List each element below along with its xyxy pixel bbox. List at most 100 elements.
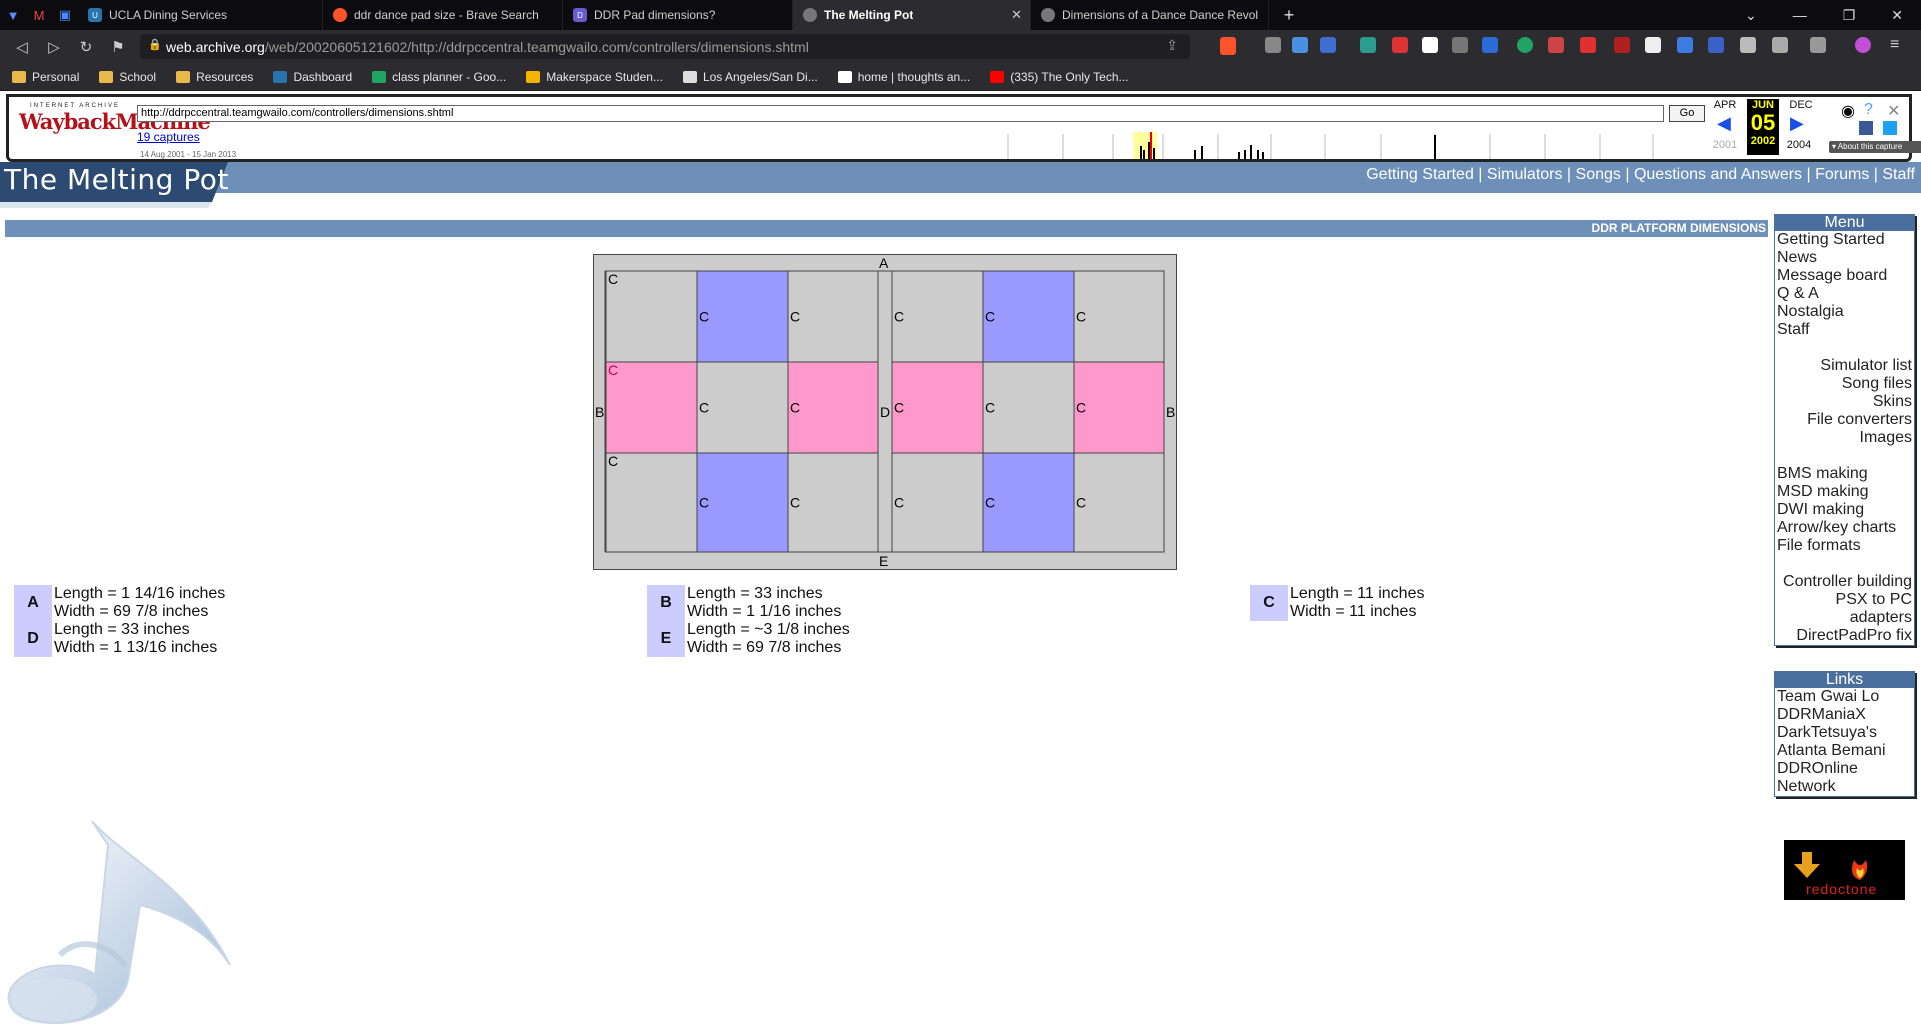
menu-link-controller-building[interactable]: Controller building	[1775, 573, 1914, 591]
browser-menu-icon[interactable]: ≡	[1890, 36, 1899, 54]
tab-dimensions[interactable]: Dimensions of a Dance Dance Revoluti	[1031, 0, 1269, 30]
twitter-icon[interactable]	[1883, 121, 1897, 135]
label-c: C	[790, 495, 800, 511]
menu-link-bms-making[interactable]: BMS making	[1775, 465, 1914, 483]
nav-forums[interactable]: Forums	[1815, 166, 1869, 183]
menu-link-file-formats[interactable]: File formats	[1775, 537, 1914, 555]
nav-questions-and-answers[interactable]: Questions and Answers	[1634, 166, 1802, 183]
bookmark-folder-personal[interactable]: Personal	[12, 70, 79, 84]
extension-icon[interactable]	[1265, 37, 1281, 53]
puzzle-icon[interactable]	[1740, 37, 1756, 53]
brave-menu-icon[interactable]: ▼	[0, 0, 26, 30]
bookmark-home-thoughts[interactable]: home | thoughts an...	[837, 70, 970, 84]
menu-link-message-board[interactable]: Message board	[1775, 267, 1914, 285]
bookmark-folder-resources[interactable]: Resources	[176, 70, 253, 84]
menu-link-nostalgia[interactable]: Nostalgia	[1775, 303, 1914, 321]
extension-icon[interactable]	[1614, 37, 1630, 53]
menu-link-dwi-making[interactable]: DWI making	[1775, 501, 1914, 519]
extension-icon[interactable]	[1392, 37, 1408, 53]
about-capture-button[interactable]: ▾ About this capture	[1829, 141, 1921, 153]
menu-link-news[interactable]: News	[1775, 249, 1914, 267]
wayback-logo[interactable]: INTERNET ARCHIVE WaybackMachine	[19, 103, 211, 159]
back-icon[interactable]: ◁	[6, 38, 38, 56]
prev-capture-arrow-icon[interactable]: ◀	[1717, 113, 1731, 134]
nav-staff[interactable]: Staff	[1882, 166, 1915, 183]
extension-icon[interactable]	[1422, 37, 1438, 53]
extension-icon[interactable]	[1452, 37, 1468, 53]
bookmark-dashboard[interactable]: Dashboard	[273, 70, 352, 84]
extension-icon[interactable]	[1580, 37, 1596, 53]
tab-brave-search[interactable]: ddr dance pad size - Brave Search	[323, 0, 563, 30]
menu-link-simulator-list[interactable]: Simulator list	[1775, 357, 1914, 375]
extension-icon[interactable]	[1360, 37, 1376, 53]
menu-link-getting-started[interactable]: Getting Started	[1775, 231, 1914, 249]
bookmark-youtube[interactable]: (335) The Only Tech...	[990, 70, 1129, 84]
menu-link-file-converters[interactable]: File converters	[1775, 411, 1914, 429]
menu-link-staff[interactable]: Staff	[1775, 321, 1914, 339]
link-ddrmaniax[interactable]: DDRManiaX	[1775, 706, 1914, 724]
next-capture-arrow-icon[interactable]: ▶	[1790, 113, 1804, 134]
link-team-gwai-lo[interactable]: Team Gwai Lo	[1775, 688, 1914, 706]
wallet-icon[interactable]	[1810, 37, 1826, 53]
extension-icon[interactable]	[1645, 37, 1661, 53]
extension-icon[interactable]	[1548, 37, 1564, 53]
profile-avatar[interactable]	[1855, 37, 1871, 53]
tab-melting-pot[interactable]: The Melting Pot ✕	[793, 0, 1031, 30]
menu-link-msd-making[interactable]: MSD making	[1775, 483, 1914, 501]
dim-b-length: Length = 33 inches	[687, 585, 823, 602]
bookmark-los-angeles[interactable]: Los Angeles/San Di...	[682, 70, 818, 84]
nav-songs[interactable]: Songs	[1576, 166, 1621, 183]
tab-ucla-dining[interactable]: U UCLA Dining Services	[78, 0, 323, 30]
next-month-label[interactable]: DEC	[1783, 99, 1819, 111]
tab-list-icon[interactable]: ⌄	[1745, 7, 1757, 24]
captures-link[interactable]: 19 captures	[137, 130, 200, 144]
link-darktetsuyas[interactable]: DarkTetsuya's	[1775, 724, 1914, 742]
facebook-icon[interactable]	[1859, 121, 1873, 135]
redoctone-logo[interactable]: redoctone	[1784, 840, 1905, 900]
nav-getting-started[interactable]: Getting Started	[1366, 166, 1474, 183]
menu-link-song-files[interactable]: Song files	[1775, 375, 1914, 393]
prev-month-label[interactable]: APR	[1707, 99, 1743, 111]
user-icon[interactable]: ◉	[1841, 101, 1855, 121]
menu-link-adapters[interactable]: adapters	[1775, 609, 1914, 627]
reload-icon[interactable]: ↻	[70, 38, 102, 56]
share-icon[interactable]: ⇪	[1166, 37, 1178, 54]
sidebar-icon[interactable]	[1772, 37, 1788, 53]
wayback-url-input[interactable]: http://ddrpccentral.teamgwailo.com/contr…	[137, 105, 1664, 122]
bookmark-folder-school[interactable]: School	[99, 70, 156, 84]
calendar-icon[interactable]: ▣	[52, 0, 78, 30]
close-window-icon[interactable]: ✕	[1891, 7, 1903, 24]
gmail-icon[interactable]: M	[26, 0, 52, 30]
menu-link-arrow-key-charts[interactable]: Arrow/key charts	[1775, 519, 1914, 537]
extension-icon[interactable]	[1517, 37, 1533, 53]
capture-sparkline[interactable]	[1003, 132, 1703, 159]
bookmark-class-planner[interactable]: class planner - Goo...	[372, 70, 506, 84]
forward-icon[interactable]: ▷	[38, 38, 70, 56]
nav-simulators[interactable]: Simulators	[1487, 166, 1563, 183]
brave-shields-icon[interactable]	[1220, 37, 1236, 55]
link-atlanta-bemani[interactable]: Atlanta Bemani	[1775, 742, 1914, 760]
menu-link-skins[interactable]: Skins	[1775, 393, 1914, 411]
menu-link-q-and-a[interactable]: Q & A	[1775, 285, 1914, 303]
restore-icon[interactable]: ❐	[1843, 7, 1856, 24]
new-tab-icon[interactable]: +	[1269, 0, 1309, 30]
translate-icon[interactable]	[1320, 37, 1336, 53]
close-tab-icon[interactable]: ✕	[1011, 7, 1022, 23]
extension-icon[interactable]	[1677, 37, 1693, 53]
address-bar[interactable]: 🔒 web.archive.org/web/20020605121602/htt…	[140, 34, 1190, 59]
link-ddronline[interactable]: DDROnline	[1775, 760, 1914, 778]
menu-link-psx-to-pc[interactable]: PSX to PC	[1775, 591, 1914, 609]
minimize-icon[interactable]: —	[1793, 7, 1807, 23]
extension-icon[interactable]	[1482, 37, 1498, 53]
extension-icon[interactable]	[1708, 37, 1724, 53]
bookmark-makerspace[interactable]: Makerspace Studen...	[526, 70, 663, 84]
menu-link-images[interactable]: Images	[1775, 429, 1914, 447]
tab-ddr-pad[interactable]: D DDR Pad dimensions?	[563, 0, 793, 30]
close-icon[interactable]: ✕	[1887, 101, 1900, 121]
menu-link-directpadpro-fix[interactable]: DirectPadPro fix	[1775, 627, 1914, 645]
bookmark-icon[interactable]: ⚑	[102, 38, 134, 56]
help-icon[interactable]: ?	[1864, 101, 1873, 119]
extension-icon[interactable]	[1292, 37, 1308, 53]
wayback-go-button[interactable]: Go	[1669, 105, 1705, 122]
link-network[interactable]: Network	[1775, 778, 1914, 796]
